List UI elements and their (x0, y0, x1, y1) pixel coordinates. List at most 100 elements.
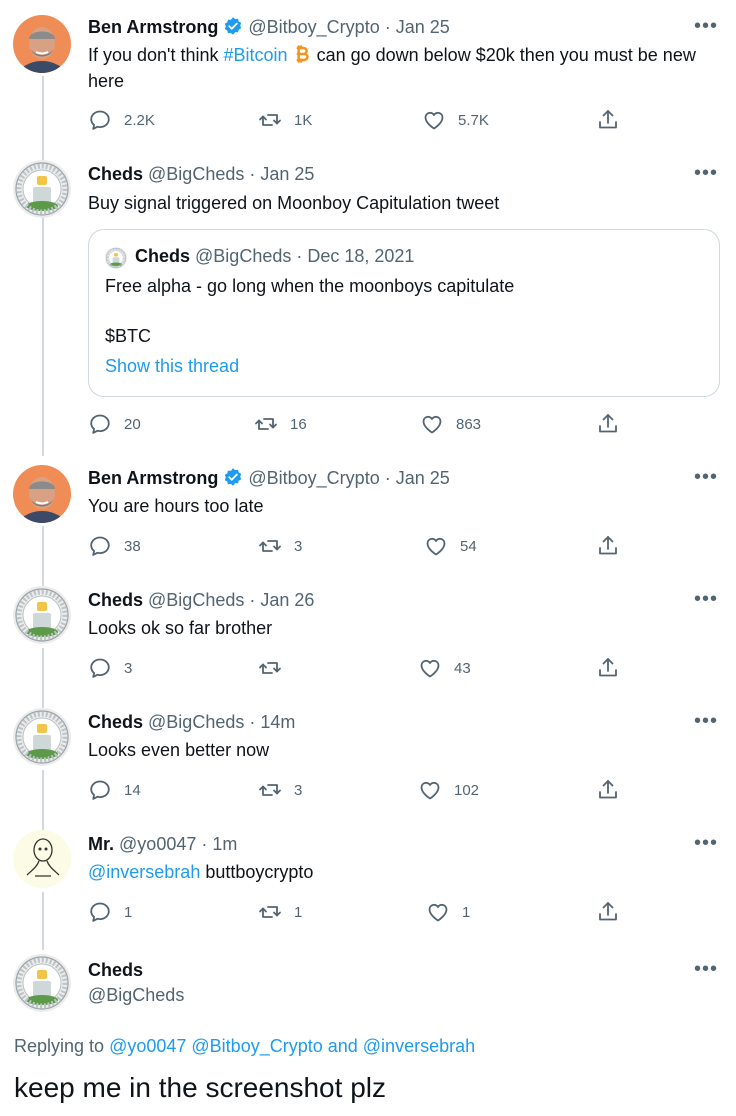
user-handle[interactable]: @BigCheds (148, 164, 244, 184)
like-icon (424, 534, 448, 558)
avatar[interactable] (13, 160, 71, 218)
user-handle[interactable]: @BigCheds (148, 590, 244, 610)
user-handle[interactable]: @BigCheds (148, 712, 244, 732)
show-thread-link[interactable]: Show this thread (105, 356, 239, 377)
display-name[interactable]: Cheds (88, 712, 143, 732)
tweet[interactable]: Cheds @BigCheds · Jan 26 ••• Looks ok so… (0, 572, 736, 694)
tweet[interactable]: Ben Armstrong @Bitboy_Crypto · Jan 25 ••… (0, 450, 736, 572)
avatar[interactable] (13, 830, 71, 888)
retweet-button[interactable]: 3 (258, 534, 302, 558)
tweet-actions: 38 3 54 (88, 534, 628, 560)
tweet-text: If you don't think #Bitcoin can go down … (88, 42, 708, 94)
reply-button[interactable]: 14 (88, 778, 141, 802)
avatar[interactable] (13, 954, 71, 1012)
more-options-icon[interactable]: ••• (694, 711, 718, 731)
share-button[interactable] (596, 900, 620, 924)
reply-button[interactable]: 38 (88, 534, 141, 558)
more-options-icon[interactable]: ••• (694, 467, 718, 487)
quoted-tweet[interactable]: Cheds @BigCheds · Dec 18, 2021 Free alph… (88, 229, 720, 397)
tweet[interactable]: Cheds @BigCheds · 14m ••• Looks even bet… (0, 694, 736, 816)
retweet-button[interactable]: 16 (254, 412, 307, 436)
tweet[interactable]: Cheds @BigCheds · Jan 25 ••• Buy signal … (0, 150, 736, 450)
retweet-icon (258, 656, 282, 680)
share-button[interactable] (596, 108, 620, 132)
share-button[interactable] (596, 412, 620, 436)
reply-button[interactable]: 2.2K (88, 108, 155, 132)
reply-text[interactable]: keep me in the screenshot plz (14, 1072, 386, 1104)
like-count: 1 (462, 903, 471, 921)
like-icon (418, 656, 442, 680)
display-name[interactable]: Cheds (88, 960, 143, 980)
retweet-button[interactable]: 1 (258, 900, 302, 924)
retweet-button[interactable]: 3 (258, 778, 302, 802)
retweet-button[interactable]: 1K (258, 108, 312, 132)
tweet-text-part: If you don't think (88, 45, 224, 65)
share-button[interactable] (596, 778, 620, 802)
more-options-icon[interactable]: ••• (694, 589, 718, 609)
retweet-count: 3 (294, 781, 303, 799)
reply-count: 14 (124, 781, 141, 799)
more-options-icon[interactable]: ••• (694, 959, 718, 979)
avatar-cheds (13, 708, 71, 766)
retweet-button[interactable] (258, 656, 294, 680)
avatar[interactable] (13, 586, 71, 644)
reply-icon (88, 900, 112, 924)
like-count: 5.7K (458, 111, 489, 129)
quote-text: Free alpha - go long when the moonboys c… (105, 276, 515, 296)
mention-link[interactable]: @yo0047 (109, 1036, 186, 1056)
share-icon (596, 900, 620, 924)
user-handle[interactable]: @BigCheds (88, 985, 184, 1005)
reply-button[interactable]: 20 (88, 412, 141, 436)
mention-link[interactable]: @inversebrah (363, 1036, 475, 1056)
share-icon (596, 778, 620, 802)
share-button[interactable] (596, 534, 620, 558)
like-button[interactable]: 1 (426, 900, 470, 924)
user-handle[interactable]: @Bitboy_Crypto (248, 468, 379, 488)
like-button[interactable]: 43 (418, 656, 471, 680)
tweet[interactable]: Ben Armstrong @Bitboy_Crypto · Jan 25 ••… (0, 0, 736, 150)
quote-user-handle: @BigCheds (195, 246, 292, 266)
tweet-time[interactable]: · Jan 26 (249, 590, 314, 610)
tweet-time[interactable]: · 14m (249, 712, 295, 732)
more-options-icon[interactable]: ••• (694, 833, 718, 853)
user-handle[interactable]: @Bitboy_Crypto (248, 17, 379, 37)
tweet-time[interactable]: · 1m (201, 834, 237, 854)
reply-author: Cheds @BigCheds ••• (0, 938, 736, 1028)
tweet-text: @inversebrah buttboycrypto (88, 859, 708, 885)
like-button[interactable]: 102 (418, 778, 479, 802)
tweet-time[interactable]: · Jan 25 (385, 17, 450, 37)
avatar[interactable] (13, 465, 71, 523)
tweet-time[interactable]: · Jan 25 (249, 164, 314, 184)
tweet[interactable]: Mr. @yo0047 · 1m ••• @inversebrah buttbo… (0, 816, 736, 938)
display-name[interactable]: Ben Armstrong (88, 17, 218, 37)
like-count: 54 (460, 537, 477, 555)
more-options-icon[interactable]: ••• (694, 16, 718, 36)
mention-link[interactable]: @inversebrah (88, 862, 200, 882)
reply-button[interactable]: 1 (88, 900, 132, 924)
tweet-actions: 20 16 863 (88, 412, 628, 438)
reply-icon (88, 108, 112, 132)
like-button[interactable]: 5.7K (422, 108, 489, 132)
tweet-actions: 3 43 (88, 656, 628, 682)
user-handle[interactable]: @yo0047 (119, 834, 196, 854)
share-icon (596, 412, 620, 436)
display-name[interactable]: Ben Armstrong (88, 468, 218, 488)
avatar-cheds-small (105, 247, 127, 269)
avatar[interactable] (13, 15, 71, 73)
reply-button[interactable]: 3 (88, 656, 132, 680)
like-button[interactable]: 863 (420, 412, 481, 436)
share-button[interactable] (596, 656, 620, 680)
tweet-header: Mr. @yo0047 · 1m (88, 832, 237, 856)
display-name[interactable]: Cheds (88, 164, 143, 184)
like-button[interactable]: 54 (424, 534, 477, 558)
hashtag-link[interactable]: #Bitcoin (224, 45, 288, 65)
display-name[interactable]: Mr. (88, 834, 114, 854)
tweet-time[interactable]: · Jan 25 (385, 468, 450, 488)
avatar[interactable] (13, 708, 71, 766)
more-options-icon[interactable]: ••• (694, 163, 718, 183)
display-name[interactable]: Cheds (88, 590, 143, 610)
like-icon (420, 412, 444, 436)
tweet-actions: 14 3 102 (88, 778, 628, 804)
mention-link[interactable]: @Bitboy_Crypto (191, 1036, 322, 1056)
tweet-header: Cheds @BigCheds · Jan 25 (88, 162, 314, 186)
